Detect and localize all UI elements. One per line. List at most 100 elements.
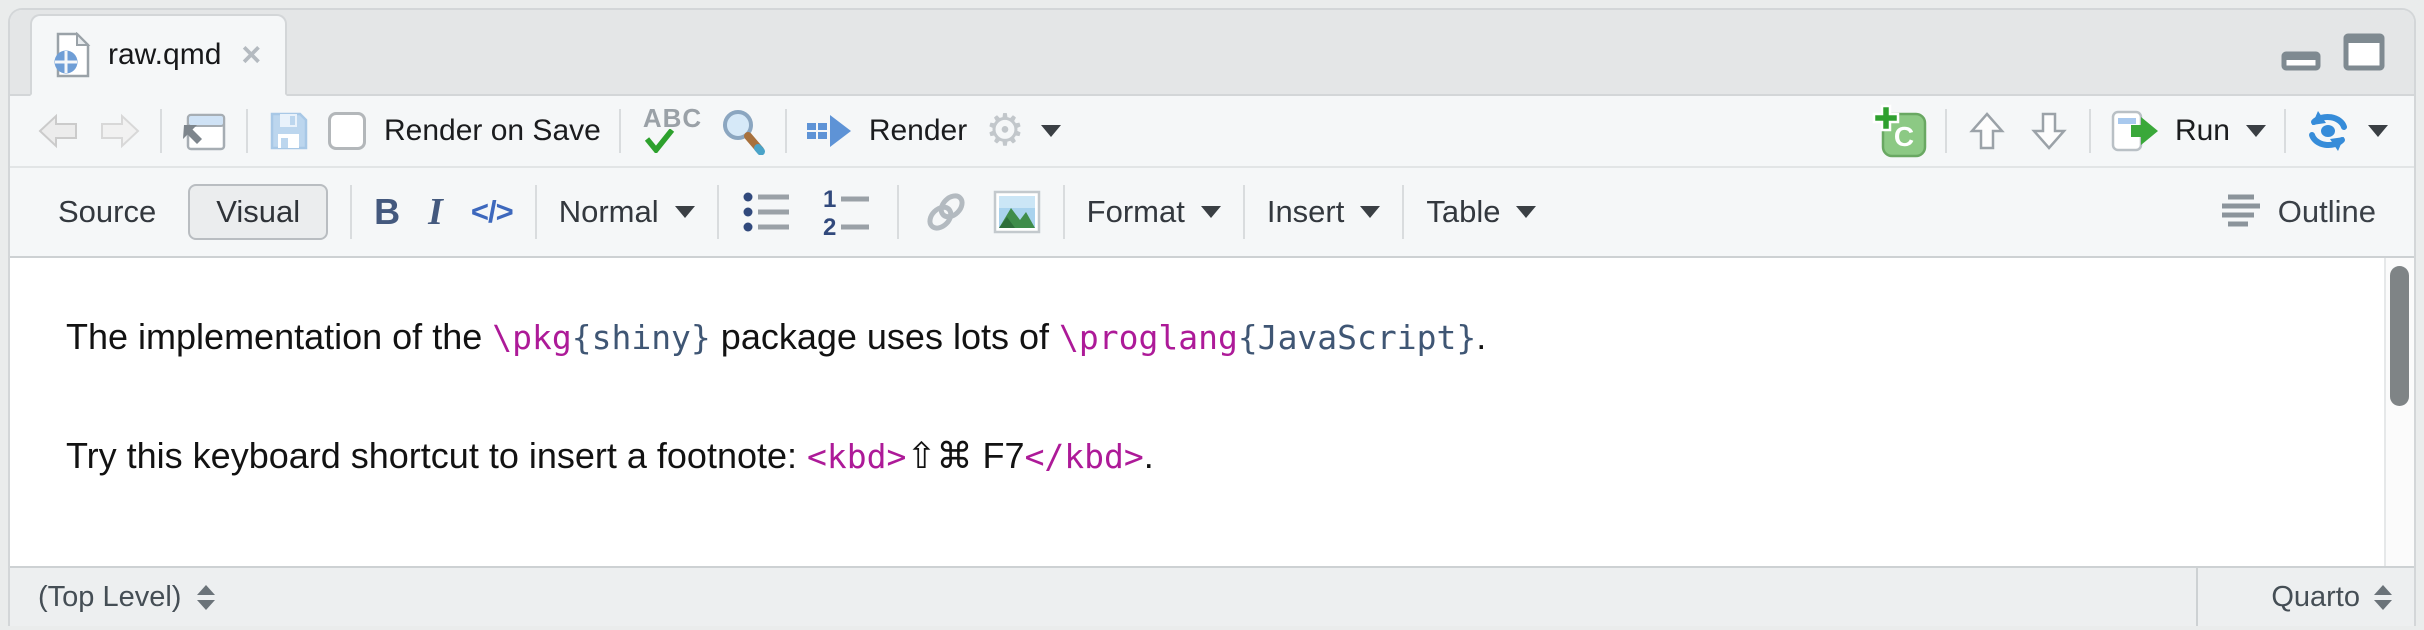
scope-label: (Top Level) <box>38 581 181 614</box>
numbered-list-icon[interactable]: 1 2 <box>819 187 875 237</box>
insert-menu[interactable]: Insert <box>1267 194 1381 230</box>
scrollbar-thumb[interactable] <box>2390 266 2409 406</box>
table-menu-label: Table <box>1426 194 1500 230</box>
toolbar-separator <box>619 109 621 153</box>
numbered-list-digit: 2 <box>823 214 836 237</box>
render-icon <box>805 111 853 151</box>
render-button-label: Render <box>869 114 967 148</box>
minimize-icon[interactable] <box>2280 36 2322 72</box>
forward-icon[interactable] <box>98 111 142 151</box>
editor-canvas[interactable]: The implementation of the \pkg{shiny} pa… <box>10 258 2414 477</box>
doc-type-label: Quarto <box>2271 581 2360 614</box>
chevron-down-icon <box>675 206 695 218</box>
tab-bar: raw.qmd × <box>10 10 2414 96</box>
bold-icon[interactable]: B <box>374 191 400 233</box>
rerun-button[interactable] <box>2304 109 2388 153</box>
editor-toolbar: Render on Save ABC <box>10 96 2414 166</box>
render-on-save-label: Render on Save <box>384 114 601 148</box>
outline-toggle[interactable]: Outline <box>2220 191 2376 233</box>
text-segment: \pkg <box>492 318 571 357</box>
source-editor-pane: raw.qmd × <box>8 8 2416 626</box>
insert-chunk-icon[interactable]: C <box>1871 104 1927 158</box>
text-segment: . <box>1476 316 1486 357</box>
tab-title: raw.qmd <box>108 38 221 72</box>
run-icon <box>2109 109 2159 153</box>
code-icon[interactable]: </> <box>471 194 513 230</box>
chevron-down-icon <box>2368 125 2388 137</box>
toolbar-separator <box>160 109 162 153</box>
text-segment: Try this keyboard shortcut to insert a f… <box>66 435 807 476</box>
outline-label: Outline <box>2278 194 2376 230</box>
format-menu[interactable]: Format <box>1087 194 1221 230</box>
table-menu[interactable]: Table <box>1426 194 1536 230</box>
toolbar-separator <box>2089 109 2091 153</box>
toolbar-separator <box>717 185 719 239</box>
updown-icon <box>197 585 215 610</box>
text-segment: . <box>1144 435 1154 476</box>
toolbar-separator <box>897 185 899 239</box>
image-icon[interactable] <box>993 190 1041 234</box>
format-menu-label: Format <box>1087 194 1185 230</box>
tab-raw-qmd[interactable]: raw.qmd × <box>30 14 287 96</box>
toolbar-separator <box>2284 109 2286 153</box>
toolbar-separator <box>785 109 787 153</box>
text-segment: {JavaScript} <box>1238 318 1476 357</box>
popout-icon[interactable] <box>180 109 228 153</box>
visual-mode-button[interactable]: Visual <box>188 184 328 240</box>
save-icon[interactable] <box>266 110 310 152</box>
chunk-letter: C <box>1894 121 1914 152</box>
editor-content-area: The implementation of the \pkg{shiny} pa… <box>10 256 2414 566</box>
chevron-down-icon <box>2246 125 2266 137</box>
render-button[interactable]: Render <box>805 111 967 151</box>
spellcheck-icon[interactable]: ABC <box>639 103 701 159</box>
chevron-down-icon <box>1041 125 1061 137</box>
chevron-down-icon <box>1360 206 1380 218</box>
toolbar-separator <box>1243 185 1245 239</box>
italic-icon[interactable]: I <box>422 190 449 234</box>
paragraph-style-value: Normal <box>559 194 659 230</box>
chevron-down-icon <box>1201 206 1221 218</box>
source-mode-button[interactable]: Source <box>48 188 166 236</box>
close-icon[interactable]: × <box>241 38 261 72</box>
rerun-icon <box>2304 109 2352 153</box>
back-icon[interactable] <box>36 111 80 151</box>
toolbar-separator <box>1063 185 1065 239</box>
paragraph: The implementation of the \pkg{shiny} pa… <box>66 316 2274 357</box>
chevron-down-icon <box>1516 206 1536 218</box>
up-arrow-icon[interactable] <box>1965 109 2009 153</box>
toolbar-separator <box>246 109 248 153</box>
insert-menu-label: Insert <box>1267 194 1345 230</box>
scope-selector[interactable]: (Top Level) <box>10 568 2196 626</box>
render-on-save-checkbox[interactable] <box>328 112 366 150</box>
outline-icon <box>2220 191 2264 233</box>
run-button-label: Run <box>2175 114 2230 148</box>
text-segment: package uses lots of <box>711 316 1059 357</box>
text-segment: </kbd> <box>1025 437 1144 476</box>
bullet-list-icon[interactable] <box>741 187 797 237</box>
gear-icon: ⚙ <box>985 109 1024 153</box>
render-settings-dropdown[interactable]: ⚙ <box>985 109 1060 153</box>
toolbar-separator <box>350 185 352 239</box>
doc-type-selector[interactable]: Quarto <box>2196 568 2414 626</box>
numbered-list-digit: 1 <box>823 187 836 213</box>
vertical-scrollbar[interactable] <box>2384 258 2414 566</box>
down-arrow-icon[interactable] <box>2027 109 2071 153</box>
text-segment: ⇧⌘ F7 <box>906 435 1024 476</box>
toolbar-separator <box>1945 109 1947 153</box>
text-segment: The implementation of the <box>66 316 492 357</box>
maximize-icon[interactable] <box>2342 32 2386 72</box>
text-segment: \proglang <box>1059 318 1238 357</box>
link-icon[interactable] <box>921 187 971 237</box>
run-button[interactable]: Run <box>2109 109 2266 153</box>
search-icon[interactable] <box>719 107 767 155</box>
paragraph-style-dropdown[interactable]: Normal <box>559 194 695 230</box>
visual-editor-toolbar: Source Visual B I </> Normal 1 2 <box>10 166 2414 256</box>
updown-icon <box>2374 585 2392 610</box>
toolbar-separator <box>535 185 537 239</box>
paragraph: Try this keyboard shortcut to insert a f… <box>66 435 2274 476</box>
text-segment: <kbd> <box>807 437 906 476</box>
quarto-file-icon <box>52 32 92 78</box>
text-segment: {shiny} <box>572 318 711 357</box>
toolbar-separator <box>1402 185 1404 239</box>
editor-status-bar: (Top Level) Quarto <box>10 566 2414 626</box>
